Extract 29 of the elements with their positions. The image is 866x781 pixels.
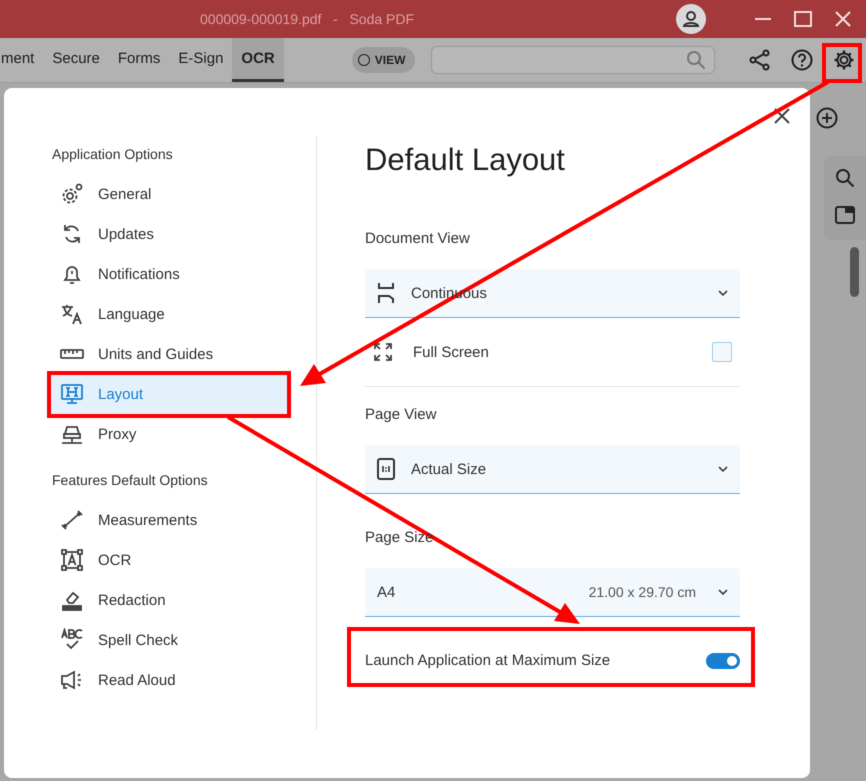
sidebar-item[interactable]: Proxy — [48, 414, 290, 454]
window-title: 000009-000019.pdf - Soda PDF — [200, 11, 416, 27]
sidebar-item[interactable]: General — [48, 174, 290, 214]
view-toggle[interactable]: VIEW — [352, 47, 416, 73]
option-label: Launch Application at Maximum Size — [365, 652, 610, 669]
page-view-dropdown[interactable]: Actual Size — [365, 445, 740, 494]
section-heading: Features Default Options — [52, 472, 209, 488]
field-label: Page Size — [365, 529, 434, 546]
toolbar-tab[interactable]: OCR — [232, 38, 284, 82]
toolbar-tab[interactable]: E-Sign — [169, 38, 232, 82]
sidebar-item[interactable]: Notifications — [48, 254, 290, 294]
sidebar-item[interactable]: Redaction — [48, 580, 290, 620]
sidebar-item[interactable]: OCR — [48, 540, 290, 580]
sidebar-item[interactable]: Updates — [48, 214, 290, 254]
sidebar-item[interactable]: Spell Check — [48, 620, 290, 660]
sidebar-item[interactable]: Layout — [48, 374, 290, 414]
dialog-title: Default Layout — [365, 142, 566, 178]
toolbar-tab[interactable]: Secure — [43, 38, 109, 82]
option-label: Full Screen — [413, 344, 490, 360]
sidebar-item[interactable]: Measurements — [48, 500, 290, 540]
field-label: Page View — [365, 406, 438, 423]
toolbar-tab[interactable]: ment — [0, 38, 44, 82]
page-size-dropdown[interactable]: A4 21.00 x 29.70 cm — [365, 568, 740, 617]
sidebar-item[interactable]: Units and Guides — [48, 334, 290, 374]
sidebar-item[interactable]: Language — [48, 294, 290, 334]
field-label: Document View — [365, 230, 471, 247]
sidebar-item[interactable]: Read Aloud — [48, 660, 290, 700]
section-heading: Application Options — [52, 146, 174, 162]
toolbar-tab[interactable]: Forms — [108, 38, 170, 82]
